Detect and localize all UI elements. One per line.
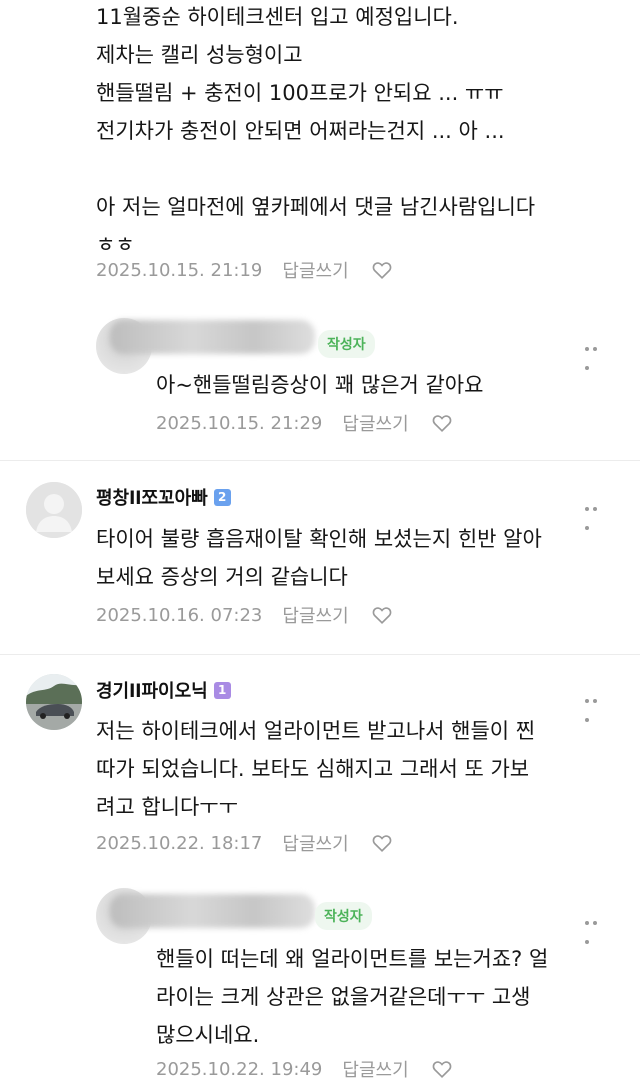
comment-text: 아~핸들떨림증상이 꽤 많은거 같아요	[156, 373, 484, 397]
blurred-author-name	[110, 894, 315, 928]
heart-icon[interactable]	[431, 1058, 453, 1080]
reply-button[interactable]: 답글쓰기	[342, 410, 408, 436]
comment-text: 핸들이 떠는데 왜 얼라이먼트를 보는거죠? 얼 라이는 크게 상관은 없을거같…	[156, 947, 549, 1047]
avatar[interactable]	[26, 674, 82, 730]
comment-date: 2025.10.15. 21:29	[156, 412, 323, 434]
commenter-name[interactable]: 평창ll쪼꼬아빠	[96, 484, 208, 510]
comment-meta: 2025.10.22. 18:17 답글쓰기	[96, 830, 393, 856]
commenter-name-row: 경기ll파이오닉 1	[96, 677, 231, 703]
reply-button[interactable]: 답글쓰기	[282, 257, 348, 283]
author-tag: 작성자	[318, 330, 375, 358]
comment-text: 11월중순 하이테크센터 입고 예정입니다. 제차는 캘리 성능형이고 핸들떨림…	[96, 5, 536, 257]
level-badge: 1	[213, 681, 231, 699]
comment-meta: 2025.10.15. 21:29 답글쓰기	[156, 410, 453, 436]
heart-icon[interactable]	[371, 259, 393, 281]
comment-date: 2025.10.15. 21:19	[96, 259, 263, 281]
comment-text: 저는 하이테크에서 얼라이먼트 받고나서 핸들이 찐 따가 되었습니다. 보타도…	[96, 719, 536, 819]
comment-date: 2025.10.16. 07:23	[96, 604, 263, 626]
comment-meta: 2025.10.16. 07:23 답글쓰기	[96, 602, 393, 628]
comment-list: 11월중순 하이테크센터 입고 예정입니다. 제차는 캘리 성능형이고 핸들떨림…	[0, 0, 640, 1090]
avatar[interactable]	[26, 482, 82, 538]
comment-text: 타이어 불량 흡음재이탈 확인해 보셨는지 힌반 알아 보세요 증상의 거의 같…	[96, 527, 542, 589]
reply-button[interactable]: 답글쓰기	[342, 1056, 408, 1082]
commenter-name-row: 평창ll쪼꼬아빠 2	[96, 484, 231, 510]
reply-button[interactable]: 답글쓰기	[282, 830, 348, 856]
author-tag: 작성자	[315, 902, 372, 930]
comment-meta: 2025.10.22. 19:49 답글쓰기	[156, 1056, 453, 1082]
reply-button[interactable]: 답글쓰기	[282, 602, 348, 628]
heart-icon[interactable]	[371, 832, 393, 854]
more-options-icon[interactable]	[585, 336, 607, 370]
comment-date: 2025.10.22. 19:49	[156, 1058, 323, 1080]
divider	[0, 460, 640, 461]
commenter-name[interactable]: 경기ll파이오닉	[96, 677, 208, 703]
car-photo-avatar	[26, 674, 82, 730]
comment-meta: 2025.10.15. 21:19 답글쓰기	[96, 257, 393, 283]
default-avatar-icon	[26, 482, 82, 538]
heart-icon[interactable]	[431, 412, 453, 434]
more-options-icon[interactable]	[585, 496, 607, 530]
level-badge: 2	[213, 488, 231, 506]
comment-date: 2025.10.22. 18:17	[96, 832, 263, 854]
more-options-icon[interactable]	[585, 688, 607, 722]
blurred-author-name	[110, 320, 315, 354]
heart-icon[interactable]	[371, 604, 393, 626]
more-options-icon[interactable]	[585, 910, 607, 944]
divider	[0, 654, 640, 655]
